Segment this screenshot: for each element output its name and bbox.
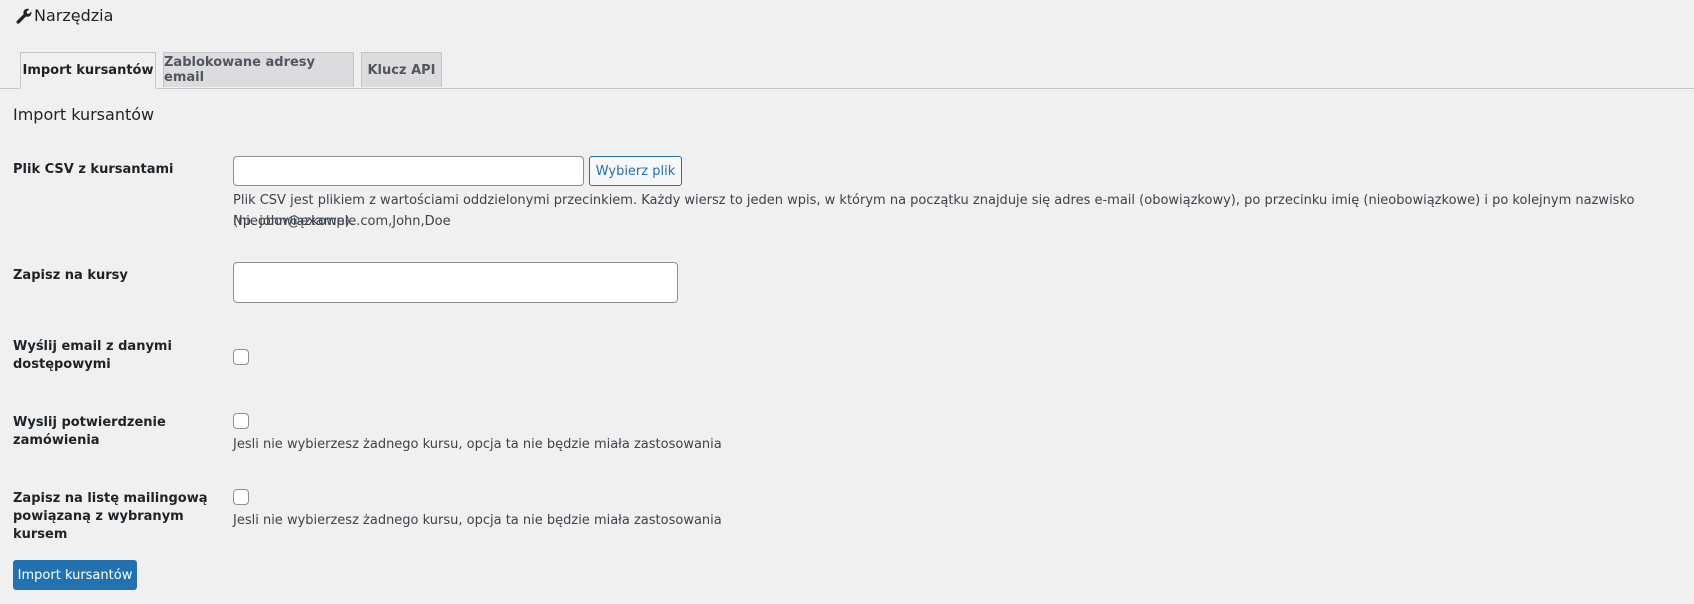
page-title: Narzędzia (14, 6, 113, 25)
send-access-email-label: Wyślij email z danymi dostępowymi (13, 338, 213, 374)
send-order-confirmation-label: Wyslij potwierdzenie zamówienia (13, 414, 213, 450)
csv-file-label: Plik CSV z kursantami (13, 162, 174, 177)
send-access-email-label-line2: dostępowymi (13, 357, 111, 372)
courses-select[interactable] (233, 262, 678, 303)
mailing-list-label-line2: powiązaną z wybranym kursem (13, 509, 184, 542)
tab-api-key[interactable]: Klucz API (361, 52, 442, 87)
csv-example: Np. john@example.com,John,Doe (233, 214, 451, 229)
send-order-confirmation-checkbox[interactable] (233, 413, 249, 429)
send-order-confirmation-label-line1: Wyslij potwierdzenie (13, 415, 166, 430)
tools-page: Narzędzia Import kursantów Zablokowane a… (0, 0, 1694, 604)
mailing-list-description: Jesli nie wybierzesz żadnego kursu, opcj… (233, 513, 722, 528)
import-submit-button[interactable]: Import kursantów (13, 560, 137, 590)
send-access-email-label-line1: Wyślij email z danymi (13, 339, 172, 354)
tab-blocked-emails[interactable]: Zablokowane adresy email (163, 52, 354, 87)
csv-file-input[interactable] (233, 156, 584, 186)
send-order-confirmation-label-line2: zamówienia (13, 433, 100, 448)
mailing-list-label-line1: Zapisz na listę mailingową (13, 491, 208, 506)
send-access-email-checkbox[interactable] (233, 349, 249, 365)
wrench-icon (14, 7, 32, 25)
courses-label: Zapisz na kursy (13, 268, 128, 283)
choose-file-button[interactable]: Wybierz plik (589, 156, 682, 186)
tab-import-kursantow[interactable]: Import kursantów (20, 52, 156, 89)
mailing-list-checkbox[interactable] (233, 489, 249, 505)
tab-bar: Import kursantów Zablokowane adresy emai… (0, 52, 1694, 89)
mailing-list-label: Zapisz na listę mailingową powiązaną z w… (13, 490, 213, 544)
send-order-confirmation-description: Jesli nie wybierzesz żadnego kursu, opcj… (233, 437, 722, 452)
page-title-text: Narzędzia (34, 6, 114, 25)
section-title: Import kursantów (13, 105, 155, 124)
csv-description: Plik CSV jest plikiem z wartościami oddz… (233, 193, 1635, 229)
